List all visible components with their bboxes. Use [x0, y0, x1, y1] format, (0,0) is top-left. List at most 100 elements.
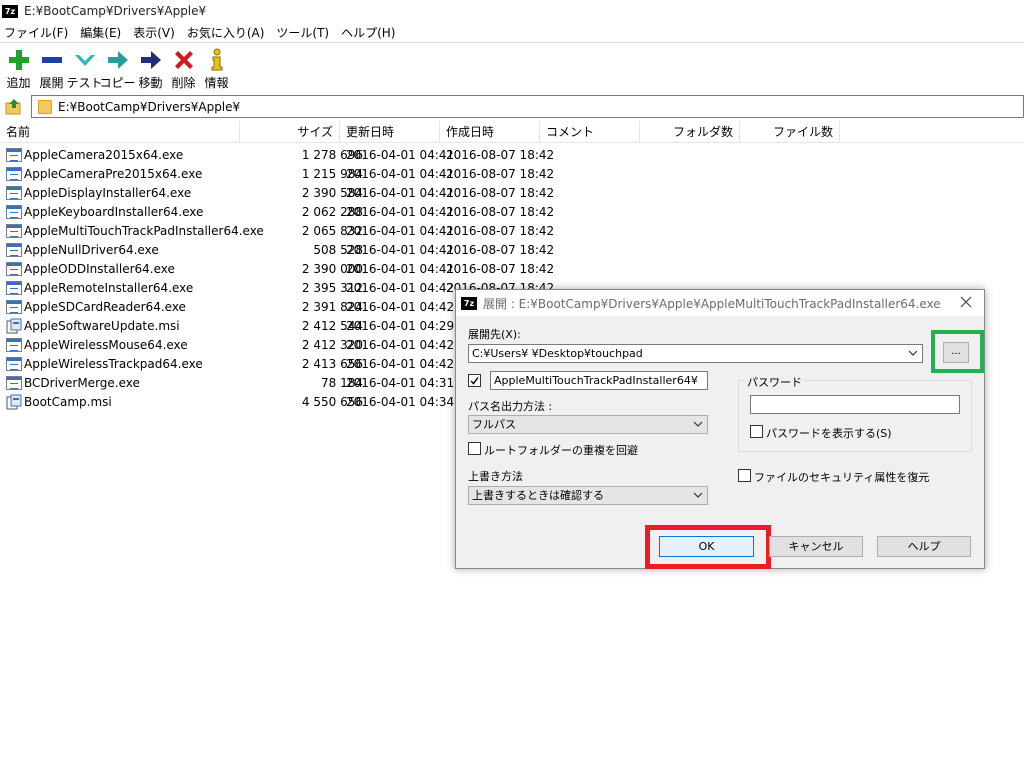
- app-7zip-icon: 7z: [2, 4, 18, 18]
- file-name: BootCamp.msi: [24, 395, 112, 409]
- ok-highlight: [645, 525, 771, 569]
- delete-button[interactable]: 削除: [167, 44, 200, 92]
- file-modified: 2016-04-01 04:42: [346, 338, 455, 352]
- file-name: AppleWirelessMouse64.exe: [24, 338, 188, 352]
- file-modified: 2016-04-01 04:29: [346, 319, 455, 333]
- table-row[interactable]: AppleKeyboardInstaller64.exe 2 062 288 201…: [0, 203, 1024, 222]
- table-row[interactable]: AppleCamera2015x64.exe 1 278 696 2016-04-0…: [0, 146, 1024, 165]
- menu-favorites[interactable]: お気に入り(A): [187, 24, 265, 41]
- move-button[interactable]: 移動: [134, 44, 167, 92]
- menu-tools[interactable]: ツール(T): [276, 24, 329, 41]
- msi-installer-icon: [6, 318, 22, 334]
- column-created[interactable]: 作成日時: [440, 121, 540, 143]
- menu-edit[interactable]: 編集(E): [80, 24, 121, 41]
- file-size: 2 395 312: [301, 281, 363, 295]
- file-modified: 2016-04-01 04:42: [346, 281, 455, 295]
- file-name: AppleCameraPre2015x64.exe: [24, 167, 203, 181]
- password-field[interactable]: [750, 395, 960, 414]
- dialog-title: 展開 : E:¥BootCamp¥Drivers¥Apple¥AppleMult…: [483, 296, 941, 311]
- extract-button[interactable]: 展開: [35, 44, 68, 92]
- table-row[interactable]: AppleNullDriver64.exe 508 528 2016-04-01 0…: [0, 241, 1024, 260]
- browse-highlight: [931, 330, 984, 373]
- file-modified: 2016-04-01 04:41: [346, 243, 455, 257]
- file-name: AppleNullDriver64.exe: [24, 243, 159, 257]
- add-button-label: 追加: [6, 76, 31, 90]
- file-modified: 2016-04-01 04:42: [346, 357, 455, 371]
- column-size[interactable]: サイズ: [240, 121, 340, 143]
- file-created: 2016-08-07 18:42: [446, 186, 555, 200]
- file-modified: 2016-04-01 04:41: [346, 224, 455, 238]
- table-row[interactable]: AppleCameraPre2015x64.exe 1 215 984 2016-0…: [0, 165, 1024, 184]
- file-size: 2 065 832: [301, 224, 363, 238]
- table-row[interactable]: AppleMultiTouchTrackPadInstaller64.exe 2 …: [0, 222, 1024, 241]
- file-name: AppleRemoteInstaller64.exe: [24, 281, 194, 295]
- file-size: 2 062 288: [301, 205, 363, 219]
- address-field[interactable]: E:¥BootCamp¥Drivers¥Apple¥: [31, 95, 1024, 118]
- file-modified: 2016-04-01 04:41: [346, 148, 455, 162]
- file-name: AppleODDInstaller64.exe: [24, 262, 175, 276]
- exe-file-icon: [6, 205, 22, 219]
- menu-file[interactable]: ファイル(F): [4, 24, 68, 41]
- file-modified: 2016-04-01 04:42: [346, 300, 455, 314]
- column-name[interactable]: 名前: [0, 121, 240, 143]
- subfolder-field[interactable]: AppleMultiTouchTrackPadInstaller64¥: [490, 371, 708, 390]
- show-password-checkbox[interactable]: [750, 425, 763, 438]
- folder-icon: [38, 99, 52, 114]
- avoid-duplicate-checkbox[interactable]: [468, 442, 481, 455]
- help-button[interactable]: ヘルプ: [877, 536, 971, 557]
- info-button-label: 情報: [204, 76, 229, 90]
- overwrite-select[interactable]: 上書きするときは確認する: [468, 486, 708, 505]
- restore-security-label: ファイルのセキュリティ属性を復元: [754, 471, 930, 484]
- plus-icon: [8, 50, 29, 70]
- table-row[interactable]: AppleDisplayInstaller64.exe 2 390 584 2016…: [0, 184, 1024, 203]
- exe-file-icon: [6, 167, 22, 181]
- file-name: AppleWirelessTrackpad64.exe: [24, 357, 203, 371]
- extract-button-label: 展開: [39, 76, 64, 90]
- window-title: E:¥BootCamp¥Drivers¥Apple¥: [24, 4, 207, 18]
- restore-security-checkbox[interactable]: [738, 469, 751, 482]
- destination-combo[interactable]: C:¥Users¥ ¥Desktop¥touchpad: [468, 344, 923, 363]
- file-modified: 2016-04-01 04:41: [346, 262, 455, 276]
- file-size: 2 412 544: [301, 319, 363, 333]
- up-folder-button[interactable]: [3, 97, 25, 117]
- menu-view[interactable]: 表示(V): [133, 24, 175, 41]
- path-mode-select[interactable]: フルパス: [468, 415, 708, 434]
- file-size: 4 550 656: [301, 395, 363, 409]
- show-password-label: パスワードを表示する(S): [766, 427, 892, 440]
- destination-label: 展開先(X):: [468, 328, 521, 341]
- info-button[interactable]: 情報: [200, 44, 233, 92]
- overwrite-value: 上書きするときは確認する: [472, 489, 604, 502]
- file-name: BCDriverMerge.exe: [24, 376, 140, 390]
- file-created: 2016-08-07 18:42: [446, 148, 555, 162]
- path-mode-label: パス名出力方法 :: [468, 400, 553, 413]
- file-modified: 2016-04-01 04:41: [346, 205, 455, 219]
- column-comment[interactable]: コメント: [540, 121, 640, 143]
- file-name: AppleMultiTouchTrackPadInstaller64.exe: [24, 224, 264, 238]
- file-modified: 2016-04-01 04:31: [346, 376, 455, 390]
- add-button[interactable]: 追加: [2, 44, 35, 92]
- exe-file-icon: [6, 224, 22, 238]
- copy-button[interactable]: コピー: [99, 44, 136, 92]
- file-created: 2016-08-07 18:42: [446, 224, 555, 238]
- column-modified[interactable]: 更新日時: [340, 121, 440, 143]
- file-size: 2 413 656: [301, 357, 363, 371]
- file-created: 2016-08-07 18:42: [446, 243, 555, 257]
- dialog-close-button[interactable]: [958, 294, 974, 310]
- overwrite-label: 上書き方法: [468, 470, 523, 483]
- close-icon: [960, 296, 972, 308]
- copy-button-label: コピー: [99, 76, 136, 90]
- exe-file-icon: [6, 186, 22, 200]
- table-row[interactable]: AppleODDInstaller64.exe 2 390 000 2016-04-…: [0, 260, 1024, 279]
- exe-file-icon: [6, 243, 22, 257]
- cancel-button[interactable]: キャンセル: [769, 536, 863, 557]
- column-files[interactable]: ファイル数: [740, 121, 840, 143]
- info-icon: [211, 48, 222, 71]
- move-button-label: 移動: [138, 76, 163, 90]
- file-created: 2016-08-07 18:42: [446, 167, 555, 181]
- test-button[interactable]: テスト: [67, 44, 103, 92]
- subfolder-checkbox[interactable]: [468, 374, 481, 387]
- file-modified: 2016-04-01 04:34: [346, 395, 455, 409]
- minus-icon: [41, 57, 62, 63]
- column-folders[interactable]: フォルダ数: [640, 121, 740, 143]
- menu-help[interactable]: ヘルプ(H): [341, 24, 395, 41]
